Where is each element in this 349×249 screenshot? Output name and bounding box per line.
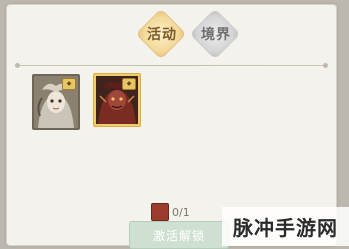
fragment-count: 0/1 xyxy=(172,205,190,219)
divider xyxy=(15,63,328,68)
divider-dot-left xyxy=(15,63,20,68)
character-portrait-2-frame: ◆ xyxy=(96,76,138,124)
character-card-1[interactable]: ◆ xyxy=(32,74,80,130)
activate-unlock-button[interactable]: 激活解锁 xyxy=(129,221,229,249)
tab-realm-label: 境界 xyxy=(201,27,231,43)
unlock-cost: 0/1 xyxy=(151,203,190,221)
character-card-2[interactable]: ◆ xyxy=(93,73,141,127)
tab-activity-label: 活动 xyxy=(147,27,177,43)
fragment-icon xyxy=(151,203,169,221)
tab-activity[interactable]: 活动 xyxy=(133,8,191,60)
tab-realm[interactable]: 境界 xyxy=(187,8,245,60)
card-badge-icon: ◆ xyxy=(122,78,136,90)
watermark: 脉冲手游网 xyxy=(222,207,349,246)
divider-dot-right xyxy=(323,63,328,68)
card-badge-icon: ◆ xyxy=(62,78,76,90)
